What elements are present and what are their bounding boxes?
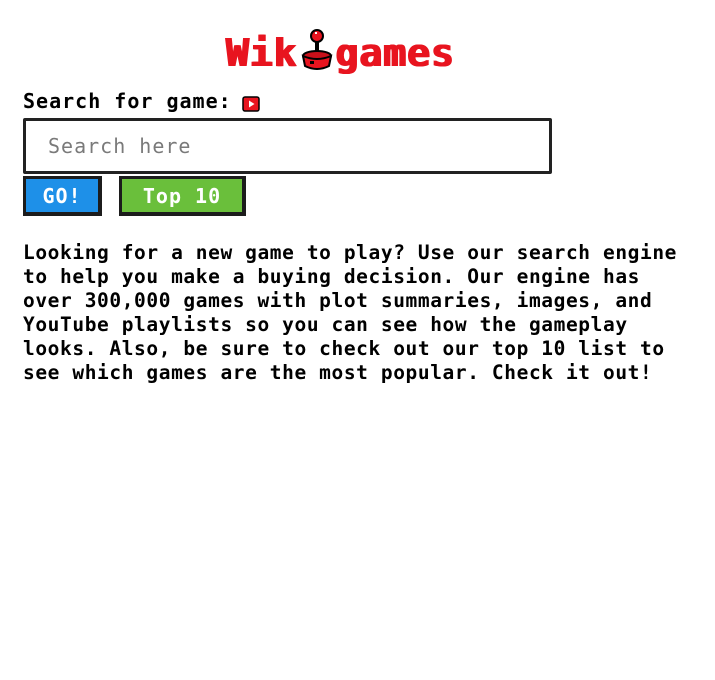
search-label: Search for game:	[23, 89, 232, 113]
search-label-row: Search for game:	[23, 89, 260, 113]
go-button-label: GO!	[42, 183, 82, 208]
top-10-button-label: Top 10	[142, 183, 222, 208]
go-button[interactable]: GO!	[23, 176, 102, 216]
top-10-button[interactable]: Top 10	[119, 176, 246, 216]
search-box	[23, 118, 552, 174]
search-input[interactable]	[26, 121, 549, 171]
joystick-icon	[300, 28, 334, 72]
logo-text-right: games	[335, 31, 456, 75]
site-logo[interactable]: Wik games	[226, 28, 455, 72]
logo-text-left: Wik	[226, 31, 298, 75]
intro-paragraph: Looking for a new game to play? Use our …	[23, 241, 678, 384]
youtube-play-icon[interactable]	[241, 93, 260, 112]
